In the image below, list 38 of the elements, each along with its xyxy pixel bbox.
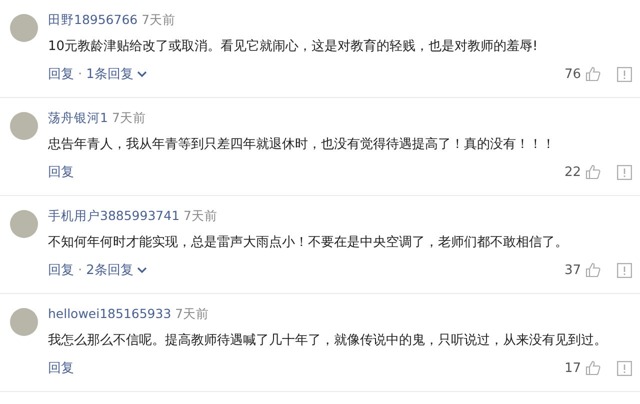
thumbs-up-icon[interactable] bbox=[585, 66, 601, 82]
like-count: 76 bbox=[564, 66, 581, 82]
separator-dot: · bbox=[78, 66, 82, 82]
user-name[interactable]: hellowei185165933 bbox=[48, 306, 172, 321]
chevron-down-icon[interactable] bbox=[137, 70, 148, 78]
like-count: 17 bbox=[564, 360, 581, 376]
comment-text: 不知何年何时才能实现，总是雷声大雨点小！不要在是中央空调了，老师们都不敢相信了。 bbox=[48, 234, 569, 251]
comment-time: 7天前 bbox=[112, 110, 146, 127]
like-count: 37 bbox=[564, 262, 581, 278]
comment-text: 忠告年青人，我从年青等到只差四年就退休时，也没有觉得待遇提高了！真的没有！！！ bbox=[48, 136, 556, 153]
reply-link[interactable]: 回复 bbox=[48, 163, 74, 181]
reply-link[interactable]: 回复 bbox=[48, 65, 74, 83]
avatar[interactable] bbox=[10, 210, 38, 238]
comment-time: 7天前 bbox=[175, 306, 210, 323]
like-count: 22 bbox=[564, 164, 581, 180]
comment-time: 7天前 bbox=[184, 208, 218, 225]
reply-link[interactable]: 回复 bbox=[48, 359, 74, 377]
replies-link[interactable]: 2条回复 bbox=[86, 261, 134, 279]
separator-dot: · bbox=[78, 262, 82, 278]
user-name[interactable]: 田野18956766 bbox=[48, 12, 138, 29]
report-icon[interactable] bbox=[617, 262, 632, 278]
comment-time: 7天前 bbox=[142, 12, 176, 29]
chevron-down-icon[interactable] bbox=[137, 266, 148, 274]
user-name[interactable]: 手机用户3885993741 bbox=[48, 208, 180, 225]
thumbs-up-icon[interactable] bbox=[585, 164, 601, 180]
thumbs-up-icon[interactable] bbox=[585, 262, 601, 278]
report-icon[interactable] bbox=[617, 66, 632, 82]
reply-link[interactable]: 回复 bbox=[48, 261, 74, 279]
user-name[interactable]: 荡舟银河1 bbox=[48, 110, 108, 127]
replies-link[interactable]: 1条回复 bbox=[86, 65, 134, 83]
comment-text: 我怎么那么不信呢。提高教师待遇喊了几十年了，就像传说中的鬼，只听说过，从来没有见到过。 bbox=[48, 332, 608, 349]
report-icon[interactable] bbox=[617, 360, 632, 376]
avatar[interactable] bbox=[10, 14, 38, 42]
thumbs-up-icon[interactable] bbox=[585, 360, 601, 376]
report-icon[interactable] bbox=[617, 164, 632, 180]
avatar[interactable] bbox=[10, 308, 38, 336]
avatar[interactable] bbox=[10, 112, 38, 140]
comment-text: 10元教龄津贴给改了或取消。看见它就闹心，这是对教育的轻贱，也是对教师的羞辱! bbox=[48, 38, 539, 55]
